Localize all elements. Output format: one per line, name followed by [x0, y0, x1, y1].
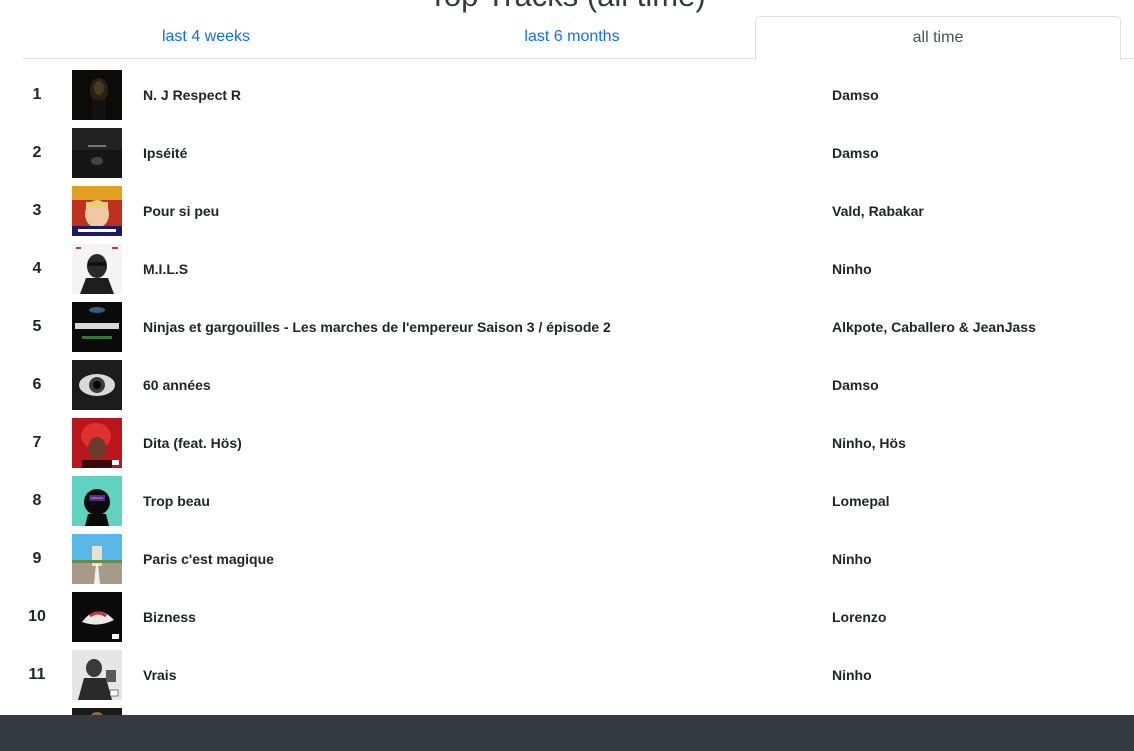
track-artist[interactable]: Ninho: [832, 240, 872, 298]
track-row[interactable]: 7 Dita (feat. Hös) Ninho, Hös: [0, 414, 1134, 472]
track-row[interactable]: 10 Bizness Lorenzo: [0, 588, 1134, 646]
track-rank: 9: [32, 550, 42, 567]
track-rank: 8: [32, 492, 42, 509]
album-cover[interactable]: [72, 186, 122, 236]
track-title[interactable]: Paris c'est magique: [143, 530, 274, 588]
track-artist[interactable]: Damso: [832, 356, 879, 414]
track-artist[interactable]: Ninho: [832, 530, 872, 588]
tab-all-time[interactable]: all time: [755, 16, 1121, 60]
track-rank: 10: [28, 608, 46, 625]
time-range-tabs: last 4 weeks last 6 months all time: [23, 16, 1134, 60]
page: Top Tracks (all time) last 4 weeks last …: [0, 0, 1134, 751]
footer-bar: [0, 715, 1134, 751]
tab-last-4-weeks[interactable]: last 4 weeks: [23, 16, 389, 59]
track-artist[interactable]: Lorenzo: [832, 588, 886, 646]
track-artist[interactable]: Damso: [832, 124, 879, 182]
album-cover[interactable]: [72, 302, 122, 352]
track-artist[interactable]: Alkpote, Caballero & JeanJass: [832, 298, 1036, 356]
track-row[interactable]: 11 Vrais Ninho: [0, 646, 1134, 704]
album-cover[interactable]: [72, 418, 122, 468]
album-cover[interactable]: [72, 70, 122, 120]
track-row[interactable]: 2 Ipséité Damso: [0, 124, 1134, 182]
track-artist[interactable]: Vald, Rabakar: [832, 182, 924, 240]
track-title[interactable]: M.I.L.S: [143, 240, 188, 298]
track-title[interactable]: Trop beau: [143, 472, 210, 530]
track-rank: 3: [32, 202, 42, 219]
track-title[interactable]: Ninjas et gargouilles - Les marches de l…: [143, 298, 611, 356]
track-title[interactable]: N. J Respect R: [143, 66, 241, 124]
track-title[interactable]: 60 années: [143, 356, 211, 414]
track-rank: 1: [32, 86, 42, 103]
tab-last-6-months[interactable]: last 6 months: [389, 16, 755, 59]
track-rank: 11: [28, 666, 46, 683]
album-cover[interactable]: [72, 244, 122, 294]
track-rank: 2: [32, 144, 42, 161]
track-rank: 4: [32, 260, 42, 277]
track-rank: 5: [32, 318, 42, 335]
album-cover[interactable]: [72, 476, 122, 526]
track-row[interactable]: 8 Trop beau Lomepal: [0, 472, 1134, 530]
track-row[interactable]: 6 60 années Damso: [0, 356, 1134, 414]
album-cover[interactable]: [72, 534, 122, 584]
track-title[interactable]: Dita (feat. Hös): [143, 414, 242, 472]
track-row[interactable]: 9 Paris c'est magique Ninho: [0, 530, 1134, 588]
track-list: 1 N. J Respect R Damso 2 Ipséité Damso 3…: [0, 66, 1134, 751]
album-cover[interactable]: [72, 592, 122, 642]
track-title[interactable]: Ipséité: [143, 124, 187, 182]
track-row[interactable]: 3 Pour si peu Vald, Rabakar: [0, 182, 1134, 240]
track-artist[interactable]: Ninho, Hös: [832, 414, 906, 472]
track-title[interactable]: Bizness: [143, 588, 196, 646]
track-artist[interactable]: Lomepal: [832, 472, 890, 530]
album-cover[interactable]: [72, 360, 122, 410]
album-cover[interactable]: [72, 650, 122, 700]
track-row[interactable]: 1 N. J Respect R Damso: [0, 66, 1134, 124]
track-title[interactable]: Pour si peu: [143, 182, 219, 240]
album-cover[interactable]: [72, 128, 122, 178]
track-rank: 6: [32, 376, 42, 393]
track-title[interactable]: Vrais: [143, 646, 176, 704]
track-artist[interactable]: Ninho: [832, 646, 872, 704]
track-rank: 7: [32, 434, 42, 451]
track-row[interactable]: 4 M.I.L.S Ninho: [0, 240, 1134, 298]
track-artist[interactable]: Damso: [832, 66, 879, 124]
page-title: Top Tracks (all time): [0, 0, 1134, 14]
track-row[interactable]: 5 Ninjas et gargouilles - Les marches de…: [0, 298, 1134, 356]
